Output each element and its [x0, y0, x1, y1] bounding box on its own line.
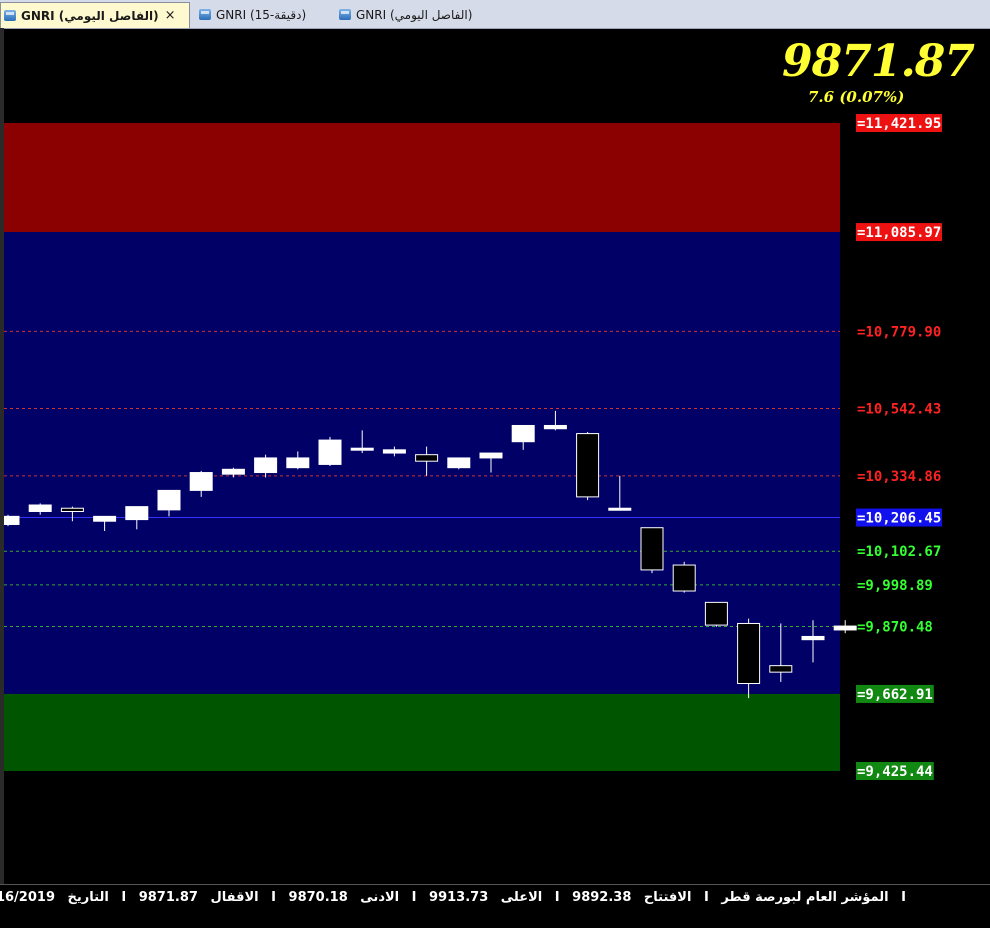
candle-body	[801, 635, 825, 641]
separator: I	[901, 890, 906, 905]
level-label: =9,870.48	[857, 620, 933, 636]
candle	[704, 601, 728, 627]
candle-body	[221, 468, 245, 475]
level-label: =10,334.86	[857, 469, 941, 485]
candle-body	[157, 489, 181, 511]
tab-gnri-daily[interactable]: GNRI (الفاصل اليومي)	[336, 3, 506, 26]
bottom-strip	[0, 911, 990, 928]
tab-gnri-daily-active[interactable]: GNRI (الفاصل اليومي) ×	[0, 2, 190, 28]
high-value: 9913.73	[429, 890, 489, 905]
level-label: =11,421.95	[857, 116, 941, 132]
candle	[576, 431, 600, 501]
level-label: =10,779.90	[857, 324, 941, 340]
level-label: =10,102.67	[857, 544, 941, 560]
lower-zone	[4, 693, 840, 771]
candle-body	[189, 472, 213, 491]
high-label: الاعلى	[500, 890, 543, 905]
candle-body	[672, 564, 696, 592]
level-label: =11,085.97	[857, 225, 941, 241]
separator: I	[703, 890, 709, 905]
tab-bar: GNRI (الفاصل اليومي) × GNRI (15-دقيقة) G…	[0, 0, 990, 29]
open-label: الافتتاح	[643, 890, 692, 905]
candle-body	[737, 622, 761, 685]
candle-body	[415, 454, 439, 462]
separator: I	[411, 890, 417, 905]
tab-label: GNRI (15-دقيقة)	[216, 7, 307, 22]
candle-body	[576, 433, 600, 498]
index-name: المؤشر العام لبورصة قطر	[721, 890, 889, 905]
status-text: I المؤشر العام لبورصة قطر I الافتتاح 989…	[0, 890, 910, 905]
level-label: =9,662.91	[857, 687, 933, 703]
level-label: =9,425.44	[857, 764, 933, 780]
candle-body	[511, 424, 535, 443]
candle-body	[704, 601, 728, 626]
status-bar: I المؤشر العام لبورصة قطر I الافتتاح 989…	[0, 884, 990, 912]
level-label: =9,998.89	[857, 578, 933, 594]
candle-body	[350, 447, 374, 451]
candle-body	[60, 507, 84, 512]
candle	[447, 457, 471, 470]
candle-body	[447, 457, 471, 469]
candle-body	[254, 457, 278, 474]
chart-icon	[339, 9, 351, 20]
candle-body	[543, 424, 567, 430]
low-value: 9870.18	[288, 890, 348, 905]
separator: I	[554, 890, 560, 905]
chart-icon	[199, 9, 211, 20]
last-price: 9871.87	[781, 36, 975, 87]
level-label: =10,542.43	[857, 401, 941, 417]
date-value: 5/16/2019	[0, 890, 55, 905]
candle-body	[93, 515, 117, 522]
candle	[318, 436, 342, 467]
low-label: الادنى	[360, 890, 400, 905]
tab-label: GNRI (الفاصل اليومي)	[21, 8, 159, 23]
candle-body	[833, 625, 857, 631]
date-label: التاريخ	[67, 890, 109, 905]
upper-zone	[4, 123, 840, 233]
candle-body	[769, 665, 793, 673]
level-label: =10,206.45	[857, 511, 941, 527]
candle	[640, 527, 664, 574]
close-label: الاقفال	[210, 890, 259, 905]
chart-frame-left	[0, 28, 4, 928]
candle-body	[28, 504, 52, 512]
tab-gnri-15min[interactable]: GNRI (15-دقيقة)	[196, 3, 330, 26]
open-value: 9892.38	[572, 890, 632, 905]
close-value: 9871.87	[138, 890, 198, 905]
separator: I	[121, 890, 127, 905]
price-chart[interactable]: =11,421.95 =11,085.97 =10,779.90 =10,542.43…	[0, 28, 990, 884]
chart-icon	[4, 10, 16, 21]
candle-body	[318, 439, 342, 465]
candle-body	[382, 449, 406, 454]
candle-body	[640, 527, 664, 571]
close-icon[interactable]: ×	[165, 8, 176, 23]
price-change: 7.6 (0.07%)	[808, 88, 905, 106]
tab-label: GNRI (الفاصل اليومي)	[356, 7, 473, 22]
candle-body	[286, 457, 310, 469]
candle	[672, 561, 696, 593]
candle-body	[479, 452, 503, 459]
candle-body	[125, 506, 149, 521]
separator: I	[271, 890, 276, 905]
candle-body	[608, 507, 632, 511]
